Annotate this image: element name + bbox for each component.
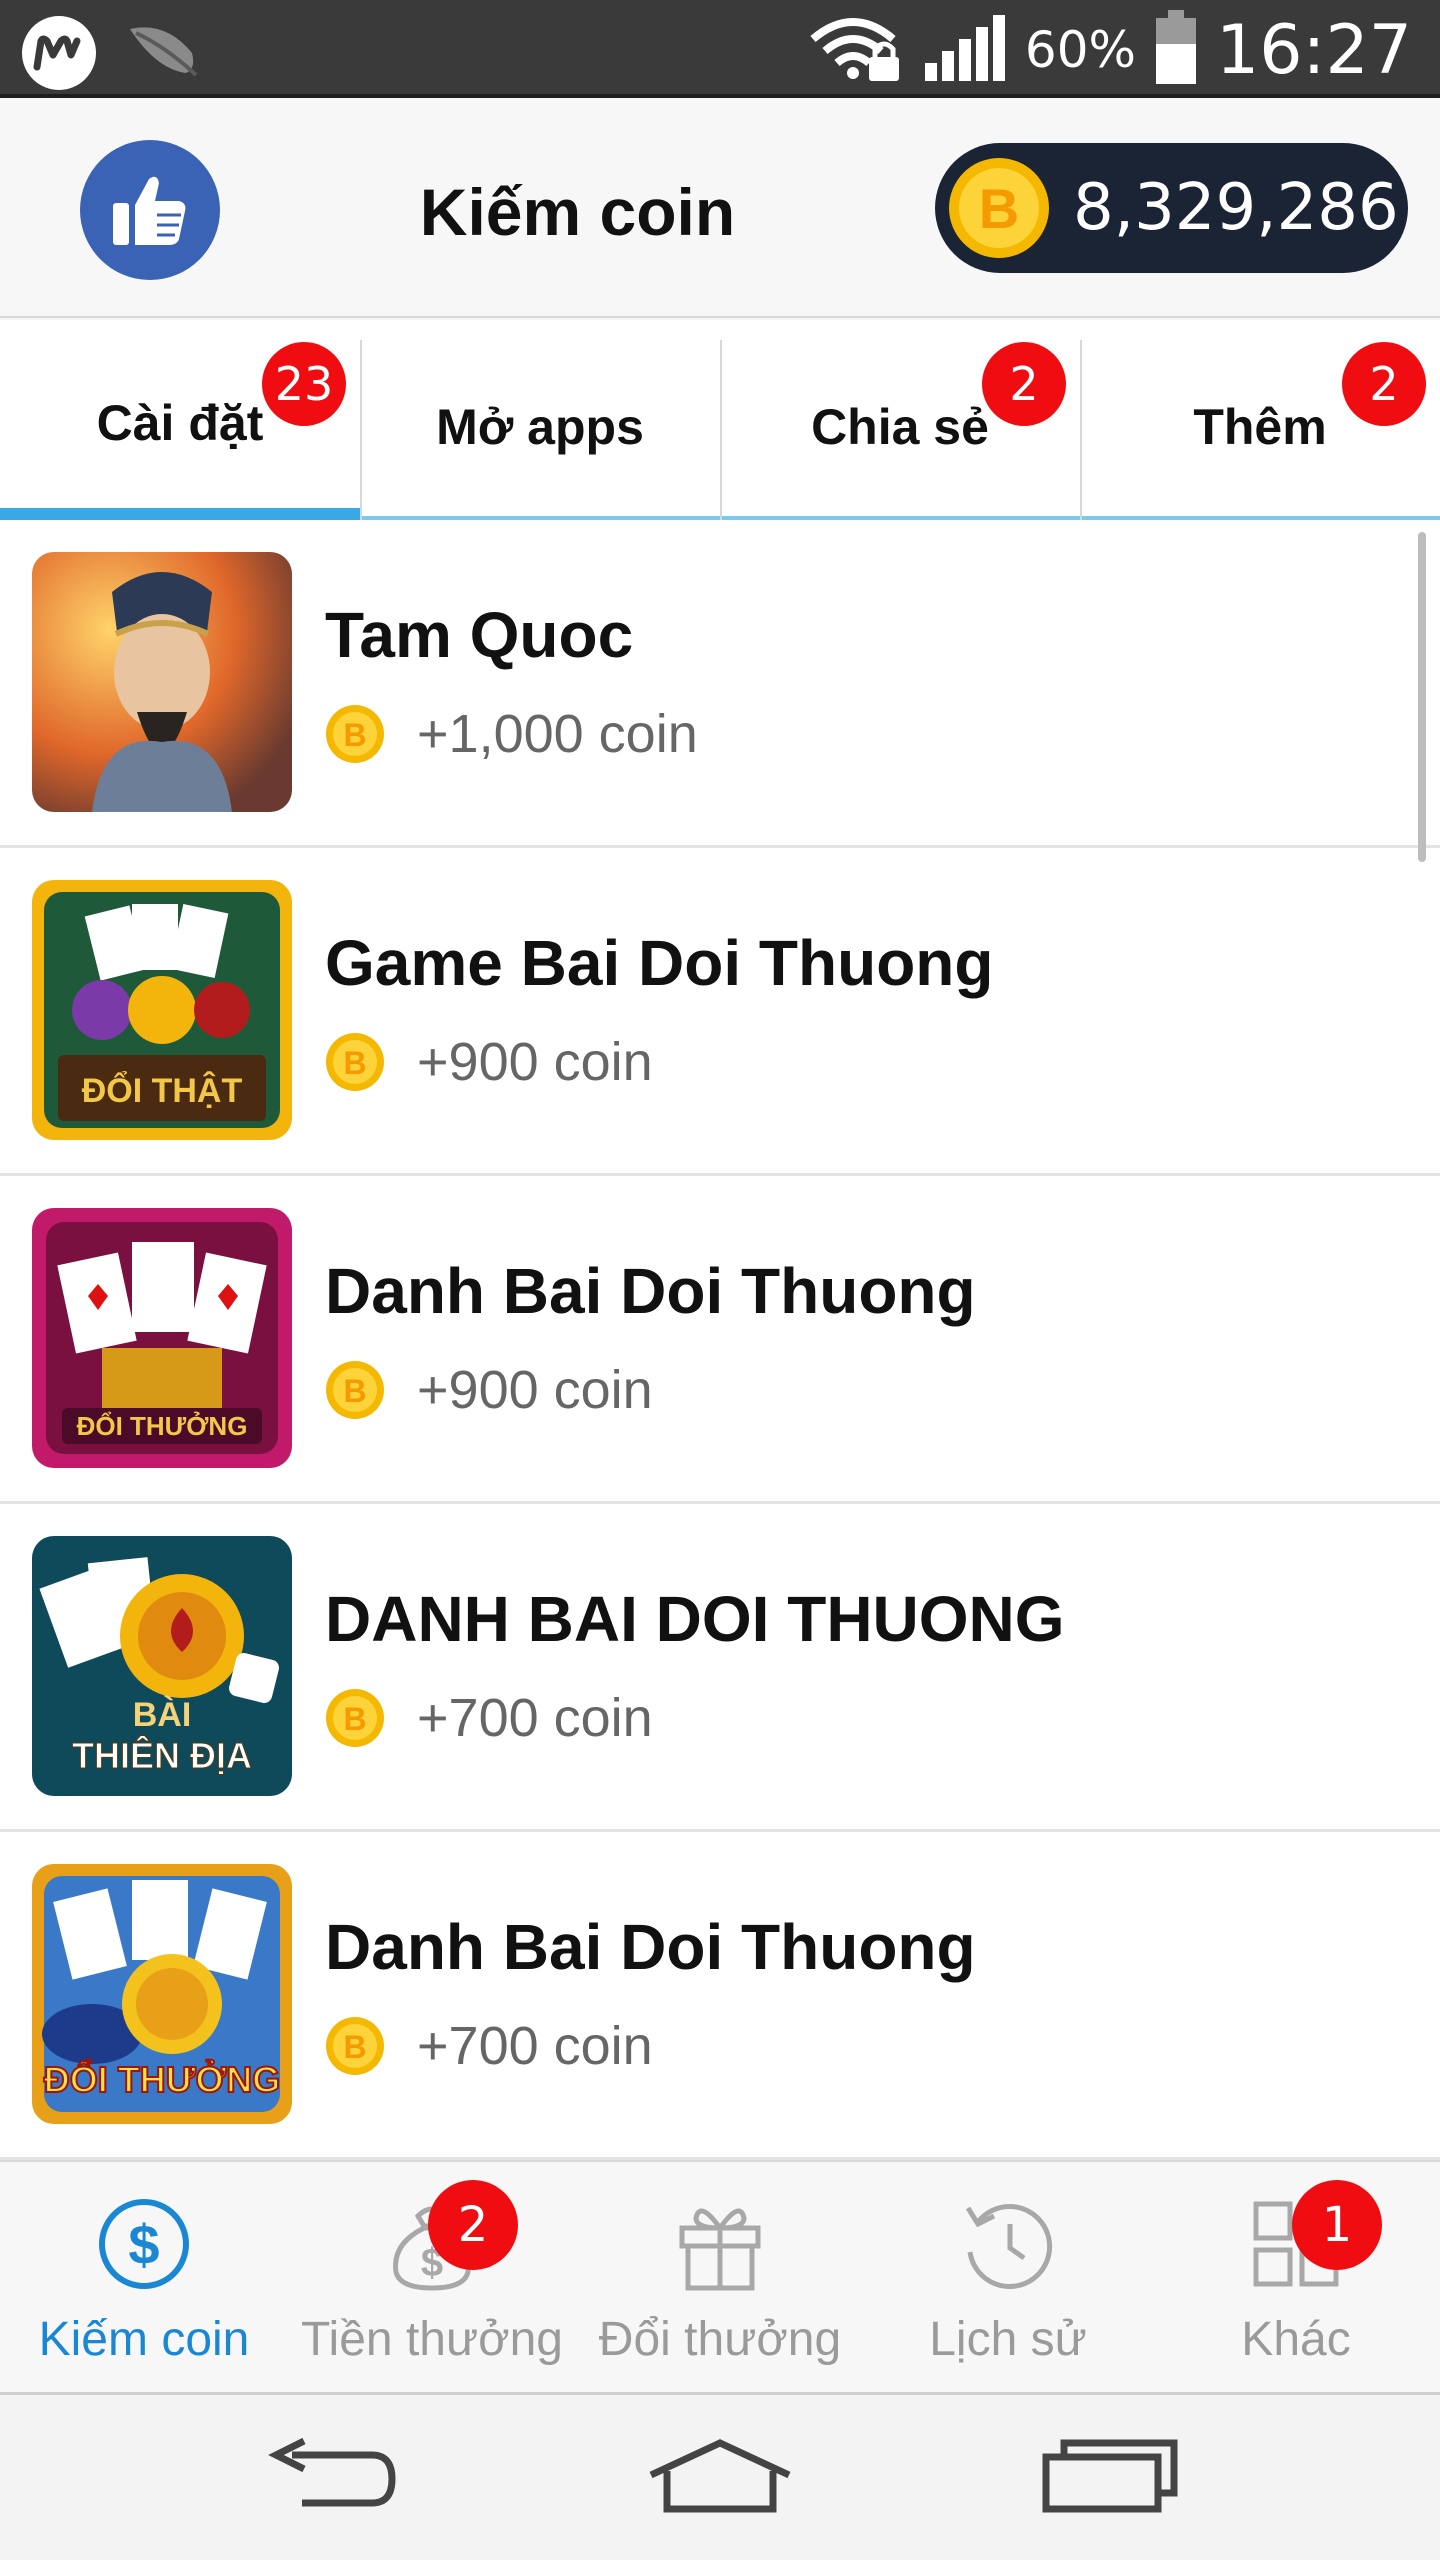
recent-apps-button[interactable] — [1030, 2425, 1190, 2525]
notification-badge: 23 — [262, 342, 346, 426]
coin-balance[interactable]: B 8,329,286 — [935, 143, 1408, 273]
nav-history[interactable]: Lịch sử — [864, 2162, 1152, 2392]
coin-icon: B — [326, 705, 384, 763]
nav-more[interactable]: Khác 1 — [1152, 2162, 1440, 2392]
history-icon — [965, 2204, 1053, 2289]
category-tabs: Cài đặt 23 Mở apps Chia sẻ 2 Thêm 2 — [0, 320, 1440, 520]
back-button[interactable] — [252, 2425, 412, 2525]
reward-amount: +900 coin — [417, 1360, 653, 1420]
nav-redeem[interactable]: Đổi thưởng — [576, 2162, 864, 2392]
nav-rewards[interactable]: $ Tiền thưởng 2 — [288, 2162, 576, 2392]
notification-badge: 2 — [428, 2180, 518, 2270]
reward: B +900 coin — [325, 1031, 653, 1093]
leaf-icon — [126, 23, 202, 84]
wifi-icon — [809, 13, 905, 88]
coin-icon: B — [326, 1033, 384, 1091]
bottom-navigation: $ Kiếm coin $ Tiền thưởng 2 Đổi thưởng L… — [0, 2160, 1440, 2395]
system-navigation-bar — [0, 2395, 1440, 2560]
tab-label: Cài đặt — [96, 395, 264, 451]
coin-balance-value: 8,329,286 — [1073, 171, 1399, 245]
svg-text:B: B — [979, 177, 1019, 240]
svg-text:$: $ — [128, 2213, 159, 2276]
list-item[interactable]: Tam Quoc B +1,000 coin — [0, 520, 1440, 848]
home-button[interactable] — [640, 2425, 800, 2525]
app-icon: ĐỔI THƯỞNG — [32, 1208, 292, 1468]
status-bar: 60% 16:27 — [0, 0, 1440, 98]
svg-text:B: B — [343, 1701, 366, 1737]
app-list[interactable]: Tam Quoc B +1,000 coin ĐỔI THẬT Game Bai… — [0, 520, 1440, 2160]
app-icon: ĐỔI THƯỞNG — [32, 1864, 292, 2124]
app-icon — [32, 552, 292, 812]
list-item[interactable]: BÀI THIÊN ĐỊA DANH BAI DOI THUONG B +700… — [0, 1504, 1440, 1832]
svg-text:B: B — [343, 1373, 366, 1409]
nav-label: Đổi thưởng — [598, 2313, 842, 2366]
tab-share[interactable]: Chia sẻ 2 — [720, 320, 1080, 520]
clock: 16:27 — [1216, 10, 1412, 90]
reward-amount: +1,000 coin — [417, 704, 698, 764]
app-name: DANH BAI DOI THUONG — [325, 1583, 1065, 1655]
app-icon-text-top: BÀI — [133, 1696, 192, 1734]
notification-badge: 2 — [1342, 342, 1426, 426]
tab-open-apps[interactable]: Mở apps — [360, 320, 720, 520]
recent-apps-icon — [1042, 2439, 1178, 2513]
reward-amount: +700 coin — [417, 2016, 653, 2076]
reward-amount: +700 coin — [417, 1688, 653, 1748]
svg-text:B: B — [343, 1045, 366, 1081]
nav-earn-coin[interactable]: $ Kiếm coin — [0, 2162, 288, 2392]
notification-badge: 2 — [982, 342, 1066, 426]
home-icon — [649, 2439, 791, 2513]
app-icon-text: ĐỔI THƯỞNG — [77, 1410, 248, 1441]
svg-text:B: B — [343, 2029, 366, 2065]
signal-icon — [923, 13, 1007, 88]
reward: B +700 coin — [325, 1687, 653, 1749]
reward: B +900 coin — [325, 1359, 653, 1421]
nav-label: Khác — [1241, 2313, 1351, 2366]
app-header: Kiếm coin B 8,329,286 — [0, 98, 1440, 318]
coin-icon: B — [326, 2017, 384, 2075]
tab-more[interactable]: Thêm 2 — [1080, 320, 1440, 520]
tab-install[interactable]: Cài đặt 23 — [0, 320, 360, 520]
back-icon — [268, 2437, 396, 2507]
app-icon: ĐỔI THẬT — [32, 880, 292, 1140]
app-icon-text: ĐỔI THƯỞNG — [44, 2057, 281, 2100]
nav-label: Kiếm coin — [38, 2313, 250, 2366]
battery-percentage: 60% — [1024, 21, 1137, 79]
app-icon-text: THIÊN ĐỊA — [72, 1734, 252, 1776]
gift-icon — [679, 2208, 761, 2291]
app-name: Game Bai Doi Thuong — [325, 927, 994, 999]
scrollbar[interactable] — [1418, 532, 1426, 862]
app-name: Tam Quoc — [325, 599, 634, 671]
tab-label: Mở apps — [436, 399, 644, 455]
list-item[interactable]: ĐỔI THẬT Game Bai Doi Thuong B +900 coin — [0, 848, 1440, 1176]
reward-amount: +900 coin — [417, 1032, 653, 1092]
reward: B +1,000 coin — [325, 703, 698, 765]
app-name: Danh Bai Doi Thuong — [325, 1911, 976, 1983]
coin-icon: B — [949, 158, 1049, 258]
nav-label: Tiền thưởng — [301, 2313, 563, 2366]
svg-text:B: B — [343, 717, 366, 753]
list-item[interactable]: ĐỔI THƯỞNG Danh Bai Doi Thuong B +900 co… — [0, 1176, 1440, 1504]
battery-icon — [1154, 9, 1198, 91]
app-icon: BÀI THIÊN ĐỊA — [32, 1536, 292, 1796]
dollar-circle-icon: $ — [99, 2199, 189, 2289]
tab-label: Chia sẻ — [811, 399, 989, 455]
coin-icon: B — [326, 1361, 384, 1419]
reward: B +700 coin — [325, 2015, 653, 2077]
app-icon-text: ĐỔI THẬT — [82, 1072, 243, 1110]
app-notification-icon — [22, 16, 96, 90]
coin-icon: B — [326, 1689, 384, 1747]
notification-badge: 1 — [1292, 2180, 1382, 2270]
nav-label: Lịch sử — [929, 2313, 1087, 2366]
app-name: Danh Bai Doi Thuong — [325, 1255, 976, 1327]
list-item[interactable]: ĐỔI THƯỞNG Danh Bai Doi Thuong B +700 co… — [0, 1832, 1440, 2160]
tab-label: Thêm — [1193, 399, 1327, 455]
